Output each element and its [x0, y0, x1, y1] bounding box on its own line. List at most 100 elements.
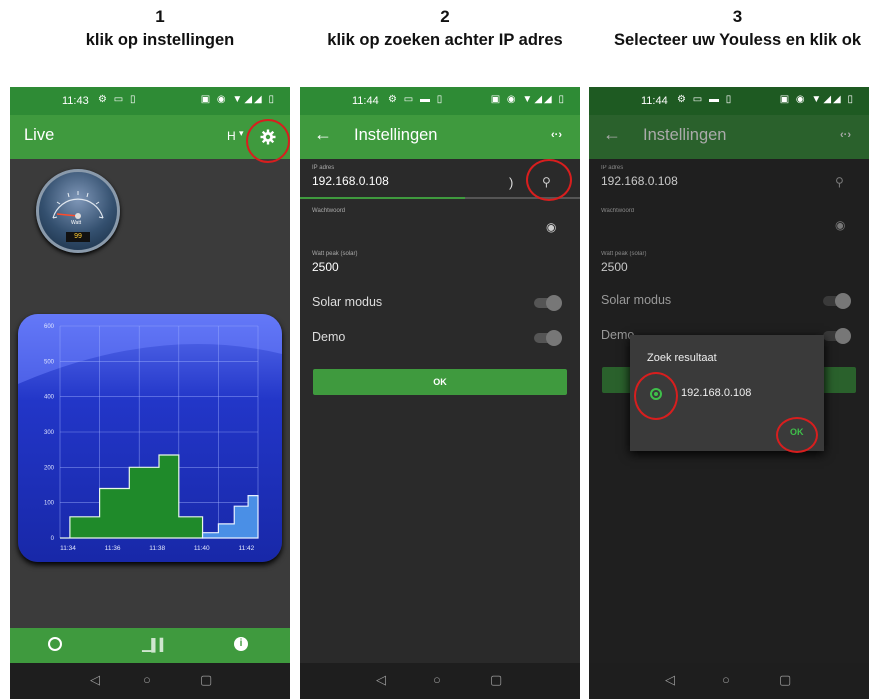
gauge-value: 99	[66, 232, 90, 242]
highlight-circle-ok	[776, 417, 818, 453]
eye-icon[interactable]: ◉	[835, 218, 845, 232]
y-tick-label: 300	[44, 430, 55, 436]
status-bar: 11:43 ⚙ ▭ ▯ ▣ ◉ ▼◢◢ ▯	[10, 87, 290, 115]
back-arrow-icon[interactable]: ←	[314, 124, 332, 145]
chart-gloss	[18, 314, 282, 384]
demo-label: Demo	[312, 330, 346, 344]
status-bar: 11:44 ⚙ ▭ ▬ ▯ ▣ ◉ ▼◢◢ ▯	[589, 87, 869, 115]
page-title: Instellingen	[643, 126, 727, 144]
code-icon[interactable]: ‹·›	[551, 129, 562, 141]
watt-peak-label: Watt peak (solar)	[312, 251, 358, 257]
phone-settings-screen: 11:44 ⚙ ▭ ▬ ▯ ▣ ◉ ▼◢◢ ▯ ← Instellingen ‹…	[300, 87, 580, 699]
eye-icon[interactable]: ◉	[546, 220, 556, 234]
password-field[interactable]: Wachtwoord	[312, 208, 568, 214]
recents-nav-icon[interactable]: ▢	[779, 672, 791, 688]
ip-address-label: IP adres	[601, 165, 624, 171]
dialog-option-ip[interactable]: 192.168.0.108	[681, 387, 751, 399]
system-icons: ▣ ◉ ▼◢◢ ▯	[490, 94, 566, 105]
app-bar: ← Instellingen ‹·›	[300, 115, 580, 159]
period-selector[interactable]: H	[227, 129, 236, 143]
solar-mode-label: Solar modus	[312, 295, 383, 309]
home-nav-icon[interactable]: ○	[433, 672, 441, 687]
watt-peak-field[interactable]: Watt peak (solar) 2500	[601, 251, 857, 274]
page-title: Live	[24, 126, 55, 144]
search-icon[interactable]: ⚲	[835, 175, 844, 189]
password-label: Wachtwoord	[601, 208, 635, 214]
recents-nav-icon[interactable]: ▢	[200, 672, 212, 688]
system-icons: ▣ ◉ ▼◢◢ ▯	[779, 94, 855, 105]
y-tick-label: 600	[44, 324, 55, 330]
back-nav-icon[interactable]: ◁	[376, 672, 386, 688]
back-arrow-icon[interactable]: ←	[603, 124, 621, 145]
watt-peak-field[interactable]: Watt peak (solar) 2500	[312, 251, 568, 274]
page-title: Instellingen	[354, 126, 438, 144]
bottom-nav: ▁▌▍ i	[10, 628, 290, 664]
android-nav-bar: ◁ ○ ▢	[10, 663, 290, 699]
chart-svg: 0 100 200 300 400 500 600 11:34 11:36 11:38 11:40 1…	[18, 314, 282, 552]
step-text: Selecteer uw Youless en klik ok	[613, 31, 861, 49]
power-chart: 0 100 200 300 400 500 600 11:34 11:36 11:38 11:40 1…	[18, 314, 282, 562]
step-number: 1	[155, 7, 165, 26]
home-nav-icon[interactable]: ○	[143, 672, 151, 687]
phone-search-result-screen: 11:44 ⚙ ▭ ▬ ▯ ▣ ◉ ▼◢◢ ▯ ← Instellingen ‹…	[589, 87, 869, 699]
notification-icons: ⚙ ▭ ▬ ▯	[677, 94, 734, 105]
step-number: 3	[732, 7, 743, 26]
step-1-heading: 1 klik op instellingen	[40, 0, 280, 78]
x-tick-label: 11:34	[60, 545, 76, 552]
highlight-circle-settings	[246, 119, 290, 163]
y-tick-label: 500	[44, 359, 55, 365]
status-bar: 11:44 ⚙ ▭ ▬ ▯ ▣ ◉ ▼◢◢ ▯	[300, 87, 580, 115]
x-tick-label: 11:36	[105, 545, 121, 552]
blue-area-series	[201, 495, 259, 539]
demo-toggle[interactable]	[534, 330, 562, 346]
bar-chart-icon[interactable]: ▁▌▍	[142, 638, 169, 652]
step-number: 2	[440, 7, 450, 26]
solar-mode-label: Solar modus	[601, 293, 672, 307]
x-tick-label: 11:40	[194, 545, 210, 552]
y-tick-label: 400	[44, 395, 55, 401]
power-gauge: Watt 99	[36, 169, 120, 253]
highlight-circle-search	[526, 159, 572, 201]
status-time: 11:44	[641, 95, 668, 107]
recents-nav-icon[interactable]: ▢	[490, 672, 502, 688]
code-icon[interactable]: ‹·›	[840, 129, 851, 141]
highlight-circle-radio	[634, 372, 678, 420]
solar-mode-toggle[interactable]	[823, 293, 851, 309]
x-tick-label: 11:38	[149, 545, 165, 552]
android-nav-bar: ◁ ○ ▢	[589, 663, 869, 699]
step-3-heading: 3 Selecteer uw Youless en klik ok	[595, 0, 880, 78]
loading-spinner: )	[509, 175, 514, 190]
watt-peak-value: 2500	[312, 260, 339, 274]
watt-peak-label: Watt peak (solar)	[601, 251, 647, 257]
home-nav-icon[interactable]: ○	[722, 672, 730, 687]
gauge-unit: Watt	[71, 220, 82, 226]
back-nav-icon[interactable]: ◁	[90, 672, 100, 688]
system-icons: ▣ ◉ ▼◢◢ ▯	[200, 94, 276, 105]
solar-mode-toggle[interactable]	[534, 295, 562, 311]
notification-icons: ⚙ ▭ ▯	[98, 94, 138, 105]
back-nav-icon[interactable]: ◁	[665, 672, 675, 688]
password-label: Wachtwoord	[312, 208, 346, 214]
app-bar: ← Instellingen ‹·›	[589, 115, 869, 159]
android-nav-bar: ◁ ○ ▢	[300, 663, 580, 699]
status-time: 11:44	[352, 95, 379, 107]
y-tick-label: 200	[44, 465, 55, 471]
password-field[interactable]: Wachtwoord	[601, 208, 857, 214]
period-dropdown-icon[interactable]: ▾	[239, 128, 244, 139]
ok-button[interactable]: OK	[313, 369, 567, 395]
info-icon[interactable]: i	[234, 637, 248, 651]
notification-icons: ⚙ ▭ ▬ ▯	[388, 94, 445, 105]
watt-peak-value: 2500	[601, 260, 628, 274]
status-time: 11:43	[62, 95, 89, 107]
y-tick-label: 0	[51, 536, 55, 542]
step-2-heading: 2 klik op zoeken achter IP adres	[300, 0, 590, 78]
x-tick-label: 11:42	[238, 545, 254, 552]
step-text: klik op zoeken achter IP adres	[327, 31, 563, 49]
gauge-icon[interactable]	[48, 637, 62, 651]
ip-address-value: 192.168.0.108	[601, 174, 678, 188]
phone-live-screen: 11:43 ⚙ ▭ ▯ ▣ ◉ ▼◢◢ ▯ Live H ▾ Watt 99 0…	[10, 87, 290, 699]
y-tick-label: 100	[44, 501, 55, 507]
demo-toggle[interactable]	[823, 328, 851, 344]
ip-address-field[interactable]: IP adres 192.168.0.108	[601, 165, 857, 188]
step-text: klik op instellingen	[85, 31, 235, 49]
